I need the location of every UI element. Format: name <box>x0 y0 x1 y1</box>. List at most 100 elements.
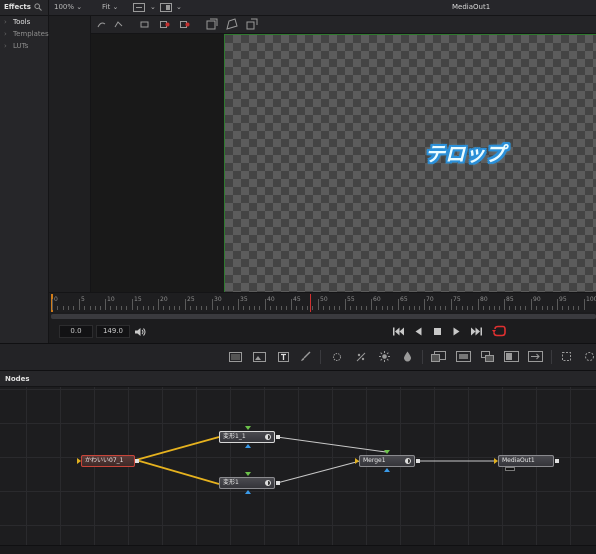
output-port[interactable] <box>276 481 280 485</box>
search-icon[interactable] <box>34 3 42 11</box>
background-tool-icon[interactable] <box>229 352 242 362</box>
ruler-minor-tick <box>296 306 297 310</box>
brightness-tool-icon[interactable] <box>379 351 390 362</box>
mask-tool-icon[interactable] <box>206 18 218 30</box>
foreground-port[interactable] <box>384 450 390 454</box>
input-port[interactable] <box>77 458 81 464</box>
mask-port[interactable] <box>245 490 251 494</box>
text-tool-icon[interactable] <box>278 352 289 362</box>
node-transform-b[interactable]: 変形1 <box>219 477 275 489</box>
ruler-minor-tick <box>243 306 244 310</box>
ruler-minor-tick <box>366 306 367 310</box>
input-port[interactable] <box>245 472 251 476</box>
transport-bar <box>49 320 596 343</box>
output-port[interactable] <box>555 459 559 463</box>
ruler-minor-tick <box>217 306 218 310</box>
transform-tool-icon[interactable] <box>584 351 595 362</box>
ruler-minor-tick <box>63 306 64 310</box>
ruler-minor-tick <box>153 306 154 310</box>
delete-key-icon[interactable] <box>180 20 190 29</box>
input-port[interactable] <box>245 426 251 430</box>
viewer-left-strip <box>49 16 91 292</box>
tree-item-tools[interactable]: › Tools <box>4 18 30 26</box>
ruler-tick <box>238 299 239 310</box>
stop-icon[interactable] <box>433 327 442 336</box>
blur-tool-icon[interactable] <box>332 352 342 362</box>
viewer-canvas[interactable] <box>224 34 596 292</box>
drop-tool-icon[interactable] <box>403 351 412 362</box>
output-port[interactable] <box>276 435 280 439</box>
play-reverse-icon[interactable] <box>414 327 423 336</box>
timeline-scrollbar[interactable] <box>51 314 596 319</box>
ruler-tick <box>531 299 532 310</box>
mask-port[interactable] <box>384 468 390 472</box>
chevron-down-icon[interactable]: ⌄ <box>176 3 182 11</box>
path-tool-icon[interactable] <box>114 20 123 29</box>
ruler-minor-tick <box>286 306 287 310</box>
node-transform-a[interactable]: 変形1_1 <box>219 431 275 443</box>
crop-tool-icon[interactable] <box>561 351 572 362</box>
ruler-tick <box>398 299 399 310</box>
ruler-minor-tick <box>472 306 473 310</box>
render-tool-icon[interactable] <box>504 351 519 362</box>
node-view-indicator[interactable] <box>265 480 271 486</box>
tree-item-luts[interactable]: › LUTs <box>4 42 28 50</box>
playhead[interactable] <box>310 294 311 312</box>
ruler-tick-label: 10 <box>107 296 115 303</box>
merge-tool-icon[interactable] <box>431 351 446 362</box>
ruler-minor-tick <box>137 306 138 310</box>
ruler-minor-tick <box>429 306 430 310</box>
output-port[interactable] <box>135 459 139 463</box>
matte-tool-icon[interactable] <box>456 351 471 362</box>
ruler-tick-label: 30 <box>214 296 222 303</box>
output-tool-icon[interactable] <box>528 351 543 362</box>
paint-tool-icon[interactable] <box>300 351 311 362</box>
ruler-minor-tick <box>494 306 495 310</box>
ruler-minor-tick <box>143 306 144 310</box>
view-options-icon[interactable] <box>133 3 145 12</box>
ruler-minor-tick <box>95 306 96 310</box>
ruler-minor-tick <box>84 306 85 310</box>
play-icon[interactable] <box>452 327 461 336</box>
chevron-down-icon[interactable]: ⌄ <box>150 3 156 11</box>
curve-tool-icon[interactable] <box>97 20 106 29</box>
node-merge[interactable]: Merge1 <box>359 455 415 467</box>
channel-tool-icon[interactable] <box>481 351 494 362</box>
chevron-right-icon: › <box>4 42 7 50</box>
start-time-field[interactable]: 0.0 <box>59 325 93 338</box>
mask-port[interactable] <box>245 444 251 448</box>
color-corrector-icon[interactable] <box>356 352 366 362</box>
select-tool-icon[interactable] <box>140 20 149 29</box>
polygon-tool-icon[interactable] <box>226 18 238 30</box>
ruler-minor-tick <box>542 306 543 310</box>
node-view-indicator[interactable] <box>265 434 271 440</box>
ruler-minor-tick <box>334 306 335 310</box>
output-port[interactable] <box>416 459 420 463</box>
ruler-tick-label: 100 <box>586 296 596 303</box>
ruler-minor-tick <box>578 306 579 310</box>
end-time-field[interactable]: 149.0 <box>96 325 130 338</box>
background-port[interactable] <box>355 458 359 464</box>
record-key-icon[interactable] <box>160 20 170 29</box>
node-view-indicator[interactable] <box>405 458 411 464</box>
tree-item-templates[interactable]: › Templates <box>4 30 49 38</box>
node-media-out[interactable]: MediaOut1 <box>498 455 554 467</box>
node-source[interactable]: かわいい07_1 <box>81 455 135 467</box>
input-port[interactable] <box>494 458 498 464</box>
ruler-minor-tick <box>196 306 197 310</box>
fit-dropdown[interactable]: Fit ⌄ <box>102 3 118 11</box>
zoom-dropdown[interactable]: 100% ⌄ <box>54 3 82 11</box>
loop-icon[interactable] <box>492 325 507 337</box>
media-in-tool-icon[interactable] <box>253 352 266 362</box>
skip-to-end-icon[interactable] <box>470 327 482 336</box>
display-options-icon[interactable] <box>160 3 172 12</box>
ruler-minor-tick <box>462 306 463 310</box>
node-view-indicator[interactable] <box>505 467 515 471</box>
ruler-minor-tick <box>57 306 58 310</box>
volume-icon[interactable] <box>134 327 146 337</box>
bspline-tool-icon[interactable] <box>246 18 258 30</box>
tree-item-label: Tools <box>13 18 31 26</box>
skip-to-start-icon[interactable] <box>393 327 405 336</box>
ruler-minor-tick <box>323 306 324 310</box>
node-label: MediaOut1 <box>502 457 535 464</box>
